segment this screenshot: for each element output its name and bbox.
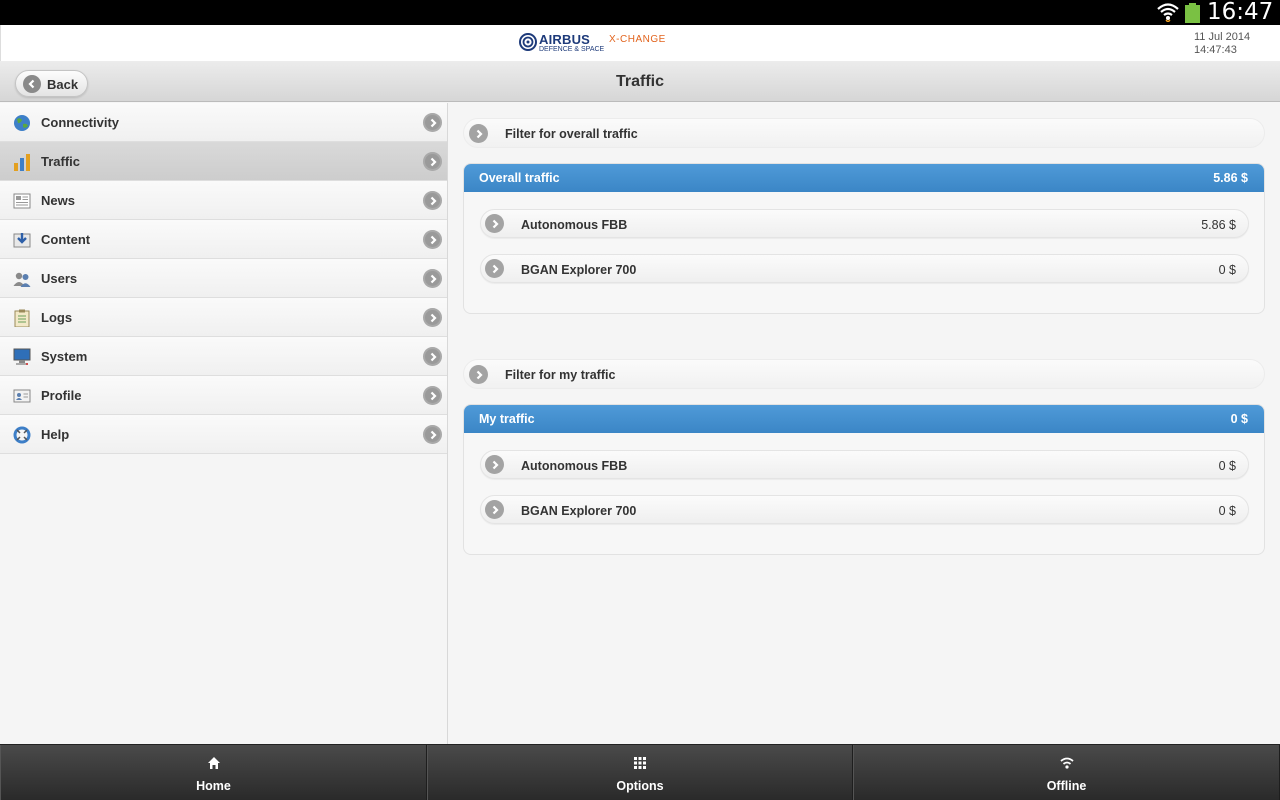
card-total: 0 $: [1230, 412, 1248, 426]
sidebar-item-users[interactable]: Users: [0, 259, 447, 298]
wifi-icon: [1059, 757, 1074, 769]
chevron-right-icon: [469, 124, 488, 143]
traffic-row-bgan-explorer[interactable]: BGAN Explorer 700 0 $: [480, 495, 1249, 524]
sidebar-item-label: System: [41, 349, 88, 364]
status-clock: 16:47: [1207, 0, 1274, 25]
card-title: Overall traffic: [479, 171, 560, 185]
chevron-right-icon: [423, 191, 442, 210]
sidebar-item-traffic[interactable]: Traffic: [0, 142, 447, 181]
chevron-right-icon: [423, 347, 442, 366]
traffic-row-autonomous-fbb[interactable]: Autonomous FBB 0 $: [480, 450, 1249, 479]
sidebar-item-content[interactable]: Content: [0, 220, 447, 259]
newspaper-icon: [13, 193, 31, 209]
row-label: Autonomous FBB: [521, 459, 628, 473]
header-time: 14:47:43: [1194, 44, 1237, 56]
brand-subtitle: DEFENCE & SPACE: [539, 46, 605, 53]
bottom-tab-bar: Home Options Offline: [0, 744, 1280, 800]
row-value: 5.86 $: [1201, 218, 1236, 232]
row-value: 0 $: [1218, 263, 1236, 277]
sidebar-item-news[interactable]: News: [0, 181, 447, 220]
id-card-icon: [13, 389, 31, 403]
sidebar-item-help[interactable]: Help: [0, 415, 447, 454]
chevron-right-icon: [469, 365, 488, 384]
header-datetime: 11 Jul 2014 14:47:43: [1194, 31, 1250, 57]
sidebar-item-logs[interactable]: Logs: [0, 298, 447, 337]
clipboard-icon: [14, 309, 30, 327]
battery-icon: [1185, 3, 1200, 23]
sidebar-nav: Connectivity Traffic News Content Users …: [0, 103, 448, 744]
chevron-right-icon: [485, 500, 504, 519]
product-name: X-CHANGE: [609, 34, 666, 45]
airbus-logo: AIRBUS DEFENCE & SPACE X-CHANGE: [519, 31, 679, 57]
chevron-right-icon: [423, 230, 442, 249]
row-label: Autonomous FBB: [521, 218, 628, 232]
overall-traffic-card: Overall traffic 5.86 $ Autonomous FBB 5.…: [463, 163, 1265, 314]
chevron-right-icon: [423, 269, 442, 288]
my-traffic-card: My traffic 0 $ Autonomous FBB 0 $ BGAN E…: [463, 404, 1265, 555]
chevron-right-icon: [423, 152, 442, 171]
chevron-left-icon: [23, 75, 41, 93]
download-icon: [13, 233, 31, 248]
home-icon: [207, 757, 220, 769]
row-label: BGAN Explorer 700: [521, 504, 637, 518]
row-value: 0 $: [1218, 504, 1236, 518]
row-value: 0 $: [1218, 459, 1236, 473]
users-icon: [13, 272, 31, 287]
sidebar-item-profile[interactable]: Profile: [0, 376, 447, 415]
main-content: Filter for overall traffic Overall traff…: [449, 103, 1280, 744]
filter-label: Filter for my traffic: [505, 368, 616, 382]
sidebar-item-label: Help: [41, 427, 70, 442]
sidebar-item-label: Connectivity: [41, 115, 120, 130]
airbus-swirl-icon: [519, 33, 537, 51]
traffic-row-bgan-explorer[interactable]: BGAN Explorer 700 0 $: [480, 254, 1249, 283]
chevron-right-icon: [423, 425, 442, 444]
monitor-icon: [13, 348, 31, 365]
back-button[interactable]: Back: [15, 70, 88, 97]
tab-label: Options: [616, 779, 664, 793]
brand-name: AIRBUS: [539, 32, 591, 47]
back-button-label: Back: [47, 77, 79, 92]
sidebar-item-label: News: [41, 193, 75, 208]
sidebar-item-system[interactable]: System: [0, 337, 447, 376]
sidebar-item-label: Users: [41, 271, 78, 286]
sidebar-item-label: Logs: [41, 310, 73, 325]
my-traffic-header: My traffic 0 $: [464, 405, 1264, 433]
filter-label: Filter for overall traffic: [505, 127, 638, 141]
tab-home[interactable]: Home: [0, 745, 427, 800]
traffic-row-autonomous-fbb[interactable]: Autonomous FBB 5.86 $: [480, 209, 1249, 238]
grid-icon: [634, 757, 646, 769]
row-label: BGAN Explorer 700: [521, 263, 637, 277]
tab-options[interactable]: Options: [427, 745, 853, 800]
card-total: 5.86 $: [1213, 171, 1248, 185]
sidebar-item-connectivity[interactable]: Connectivity: [0, 103, 447, 142]
tab-label: Home: [196, 779, 231, 793]
chevron-right-icon: [423, 308, 442, 327]
title-bar: Traffic Back: [0, 61, 1280, 102]
filter-overall-traffic[interactable]: Filter for overall traffic: [463, 118, 1265, 148]
overall-traffic-header: Overall traffic 5.86 $: [464, 164, 1264, 192]
chevron-right-icon: [485, 259, 504, 278]
card-title: My traffic: [479, 412, 535, 426]
chevron-right-icon: [423, 113, 442, 132]
lifebuoy-icon: [13, 426, 31, 444]
android-status-bar: 16:47: [0, 0, 1280, 25]
tab-label: Offline: [1046, 779, 1087, 793]
tab-offline[interactable]: Offline: [853, 745, 1280, 800]
filter-my-traffic[interactable]: Filter for my traffic: [463, 359, 1265, 389]
wifi-icon: [1157, 3, 1179, 22]
chevron-right-icon: [485, 214, 504, 233]
sidebar-item-label: Content: [41, 232, 91, 247]
page-title: Traffic: [615, 73, 664, 90]
brand-header: AIRBUS DEFENCE & SPACE X-CHANGE 11 Jul 2…: [0, 25, 1280, 61]
sidebar-item-label: Traffic: [41, 154, 81, 169]
bar-chart-icon: [14, 154, 30, 171]
sidebar-item-label: Profile: [41, 388, 82, 403]
chevron-right-icon: [423, 386, 442, 405]
globe-icon: [14, 115, 30, 131]
header-date: 11 Jul 2014: [1194, 31, 1251, 43]
chevron-right-icon: [485, 455, 504, 474]
